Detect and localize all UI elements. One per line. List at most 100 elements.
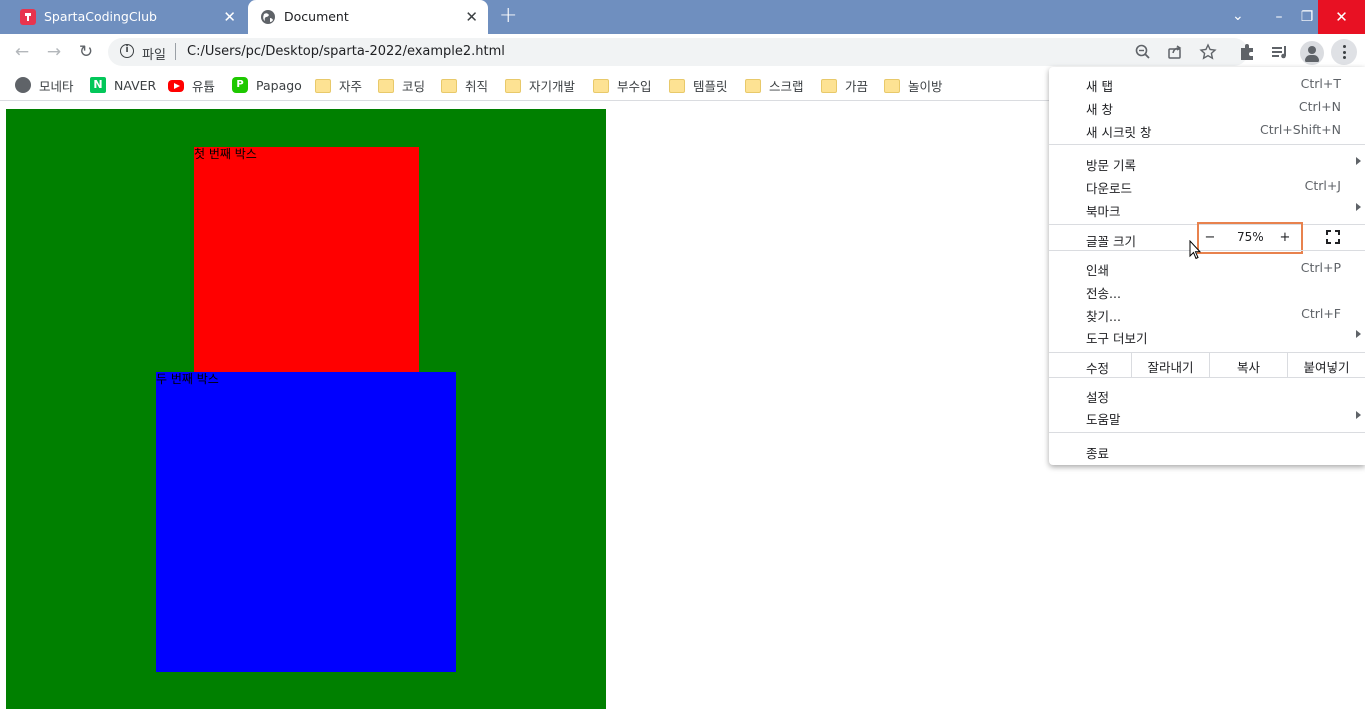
address-bar[interactable]: i 파일 C:/Users/pc/Desktop/sparta-2022/exa… — [108, 38, 1248, 66]
extensions-puzzle-icon[interactable] — [1236, 41, 1260, 63]
bookmark-label: 스크랩 — [769, 78, 804, 94]
menu-item-help[interactable]: 도움말 — [1049, 405, 1365, 428]
bookmark-label: 가끔 — [845, 78, 869, 94]
submenu-arrow-icon — [1356, 411, 1361, 419]
bookmark-label: 유튭 — [192, 78, 216, 94]
share-icon[interactable] — [1166, 43, 1184, 61]
menu-item-find[interactable]: 찾기... Ctrl+F — [1049, 302, 1365, 325]
bookmark-item[interactable]: 유튭 — [168, 75, 215, 95]
kebab-menu-icon[interactable] — [1331, 39, 1357, 65]
menu-label: 북마크 — [1086, 204, 1121, 219]
naver-icon: N — [90, 77, 106, 93]
back-arrow-icon[interactable]: ← — [11, 41, 33, 63]
bookmark-label: 코딩 — [402, 78, 426, 94]
folder-icon — [821, 78, 837, 93]
forward-arrow-icon[interactable]: → — [43, 41, 65, 63]
first-box-label: 첫 번째 박스 — [194, 147, 257, 161]
bookmark-folder[interactable]: 가끔 — [821, 75, 868, 95]
menu-shortcut: Ctrl+N — [1298, 99, 1341, 114]
zoom-in-button[interactable]: + — [1277, 230, 1293, 246]
menu-item-incognito[interactable]: 새 시크릿 창 Ctrl+Shift+N — [1049, 118, 1365, 141]
zoom-out-button[interactable]: − — [1202, 230, 1218, 246]
toolbar: ← → ↻ i 파일 C:/Users/pc/Desktop/sparta-20… — [0, 34, 1365, 70]
cut-button[interactable]: 잘라내기 — [1131, 353, 1209, 377]
menu-item-bookmarks[interactable]: 북마크 — [1049, 197, 1365, 220]
menu-item-more-tools[interactable]: 도구 더보기 — [1049, 324, 1365, 347]
folder-icon — [669, 78, 685, 93]
bookmark-label: 취직 — [465, 78, 489, 94]
globe-icon — [261, 10, 275, 24]
bookmark-folder[interactable]: 템플릿 — [669, 75, 728, 95]
outer-green-box: 첫 번째 박스 두 번째 박스 — [6, 109, 606, 709]
menu-item-print[interactable]: 인쇄 Ctrl+P — [1049, 256, 1365, 279]
star-icon[interactable] — [1199, 43, 1217, 61]
menu-label: 인쇄 — [1086, 263, 1110, 278]
globe-icon — [15, 77, 31, 93]
menu-shortcut: Ctrl+J — [1304, 178, 1341, 193]
folder-icon — [315, 78, 331, 93]
bookmark-folder[interactable]: 자주 — [315, 75, 362, 95]
paste-button[interactable]: 붙여넣기 — [1287, 353, 1365, 377]
url-text[interactable]: C:/Users/pc/Desktop/sparta-2022/example2… — [187, 44, 505, 59]
menu-label: 도구 더보기 — [1086, 331, 1148, 346]
menu-label: 방문 기록 — [1086, 158, 1136, 173]
bookmark-label: Papago — [256, 77, 302, 93]
info-icon[interactable]: i — [120, 44, 134, 58]
bookmark-folder[interactable]: 부수입 — [593, 75, 652, 95]
bookmark-label: NAVER — [114, 77, 157, 93]
menu-label: 도움말 — [1086, 412, 1121, 427]
bookmark-label: 모네타 — [39, 78, 74, 94]
media-control-icon[interactable] — [1268, 41, 1292, 63]
bookmark-label: 놀이방 — [908, 78, 943, 94]
menu-divider — [1049, 250, 1365, 251]
new-tab-plus-icon[interactable]: + — [499, 3, 517, 28]
zoom-icon[interactable] — [1134, 43, 1152, 61]
bookmark-item[interactable]: 모네타 — [15, 75, 74, 95]
menu-item-exit[interactable]: 종료 — [1049, 439, 1365, 462]
second-blue-box: 두 번째 박스 — [156, 372, 456, 672]
menu-item-new-window[interactable]: 새 창 Ctrl+N — [1049, 95, 1365, 118]
sparta-icon — [20, 9, 36, 25]
menu-item-cast[interactable]: 전송... — [1049, 279, 1365, 302]
close-icon[interactable]: ✕ — [223, 8, 236, 26]
menu-item-history[interactable]: 방문 기록 — [1049, 151, 1365, 174]
bookmark-item[interactable]: N NAVER — [90, 75, 156, 95]
url-scheme: 파일 — [142, 48, 166, 63]
close-icon[interactable]: ✕ — [465, 8, 478, 26]
chevron-down-icon[interactable]: ⌄ — [1232, 8, 1244, 24]
menu-item-downloads[interactable]: 다운로드 Ctrl+J — [1049, 174, 1365, 197]
bookmark-folder[interactable]: 놀이방 — [884, 75, 943, 95]
chrome-menu: 새 탭 Ctrl+T 새 창 Ctrl+N 새 시크릿 창 Ctrl+Shift… — [1049, 67, 1365, 465]
second-box-label: 두 번째 박스 — [156, 372, 219, 386]
bookmark-folder[interactable]: 스크랩 — [745, 75, 804, 95]
folder-icon — [505, 78, 521, 93]
bookmark-folder[interactable]: 코딩 — [378, 75, 425, 95]
papago-icon: P — [232, 77, 248, 93]
tab-document[interactable]: Document ✕ — [248, 0, 488, 34]
folder-icon — [593, 78, 609, 93]
menu-item-settings[interactable]: 설정 — [1049, 383, 1365, 406]
bookmark-label: 자기개발 — [529, 78, 576, 94]
profile-avatar-icon[interactable] — [1300, 41, 1324, 65]
menu-item-new-tab[interactable]: 새 탭 Ctrl+T — [1049, 72, 1365, 95]
mouse-cursor-icon — [1189, 240, 1201, 260]
window-close-icon[interactable]: ✕ — [1318, 0, 1365, 34]
menu-shortcut: Ctrl+T — [1300, 76, 1341, 91]
submenu-arrow-icon — [1356, 203, 1361, 211]
separator — [175, 43, 176, 60]
fullscreen-icon[interactable] — [1326, 230, 1340, 244]
copy-button[interactable]: 복사 — [1209, 353, 1287, 377]
menu-label: 새 시크릿 창 — [1086, 125, 1152, 140]
bookmark-folder[interactable]: 자기개발 — [505, 75, 575, 95]
first-red-box: 첫 번째 박스 — [194, 147, 419, 372]
submenu-arrow-icon — [1356, 330, 1361, 338]
bookmark-label: 부수입 — [617, 78, 652, 94]
bookmark-folder[interactable]: 취직 — [441, 75, 488, 95]
bookmark-item[interactable]: P Papago — [232, 75, 302, 95]
menu-divider — [1049, 144, 1365, 145]
tab-sparta[interactable]: SpartaCodingClub ✕ — [8, 0, 246, 34]
submenu-arrow-icon — [1356, 157, 1361, 165]
folder-icon — [441, 78, 457, 93]
menu-edit-row: 수정 잘라내기 복사 붙여넣기 — [1049, 353, 1365, 377]
reload-icon[interactable]: ↻ — [75, 41, 97, 63]
